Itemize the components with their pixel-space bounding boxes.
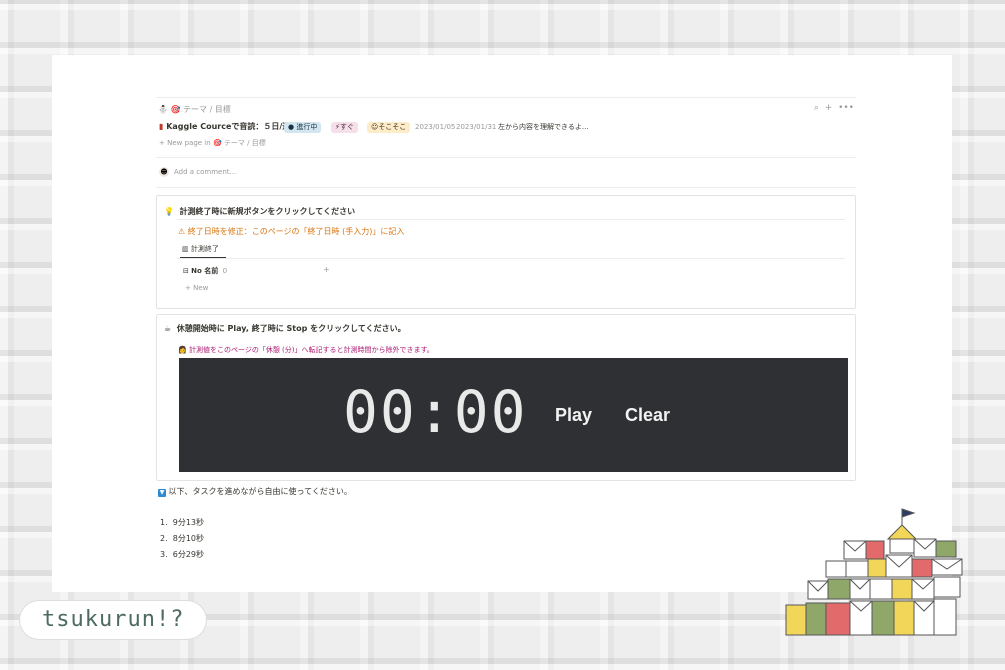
search-icon[interactable]: ⌕ — [814, 103, 819, 113]
list-item[interactable]: 2. 8分10秒 — [160, 533, 204, 544]
row-note[interactable]: 左から内容を理解できるよ... — [498, 122, 589, 132]
person-icon: 👩 — [178, 346, 187, 354]
divider — [156, 157, 856, 158]
coffee-icon: ☕ — [164, 324, 172, 333]
divider — [156, 187, 856, 188]
warning-text: ⚠ 終了日時を修正：このページの「終了日時 (手入力)」に記入 — [178, 227, 405, 236]
workspace-icon: ⛄ — [158, 105, 168, 114]
plus-icon: + — [185, 284, 191, 292]
comment-input[interactable]: Add a comment... — [174, 168, 236, 176]
target-icon: 🎯 — [212, 139, 222, 147]
divider — [177, 258, 845, 259]
plus-icon[interactable]: + — [825, 103, 833, 113]
divider — [156, 97, 856, 98]
divider — [177, 219, 845, 220]
brand-logo: tsukurun!? — [20, 601, 206, 639]
table-icon: ▥ — [182, 245, 189, 253]
new-page-link[interactable]: + New page in 🎯 テーマ / 目標 — [159, 138, 266, 148]
row-title[interactable]: ▮ Kaggle Courceで音読：５日/週 — [159, 121, 290, 132]
group-header[interactable]: ⊟ No 名前 0 — [183, 266, 227, 276]
timer-display: 00:00 — [343, 378, 528, 446]
down-arrow-icon: ▼ — [158, 489, 166, 497]
breadcrumb[interactable]: ⛄ 🎯 テーマ / 目標 — [158, 104, 231, 115]
callout-title: ☕ 休憩開始時に Play, 終了時に Stop をクリックしてください。 — [164, 324, 406, 333]
add-group-button[interactable]: + — [323, 265, 330, 274]
clear-button[interactable]: Clear — [625, 405, 670, 426]
play-button[interactable]: Play — [555, 405, 592, 426]
end-date[interactable]: 2023/01/31 — [456, 123, 496, 131]
callout-title: 💡 計測終了時に新規ボタンをクリックしてください — [164, 207, 356, 216]
book-icon: ▮ — [159, 122, 164, 131]
list-item[interactable]: 1. 9分13秒 — [160, 517, 204, 528]
status-badge[interactable]: ● 進行中 — [284, 122, 322, 133]
topbar-actions: ⌕ + ••• — [814, 103, 854, 113]
list-item[interactable]: 3. 6分29秒 — [160, 549, 204, 560]
target-icon: 🎯 — [170, 105, 181, 114]
note-line: ▼ 以下、タスクを進めながら自由に使ってください。 — [158, 487, 352, 497]
new-row-button[interactable]: + New — [185, 284, 208, 292]
inbox-icon: ⊟ — [183, 267, 189, 275]
lightbulb-icon: 💡 — [164, 207, 174, 216]
timer-embed: 00:00 Play Clear — [179, 358, 848, 472]
status-dot-icon: ● — [288, 123, 295, 131]
effort-badge[interactable]: ☺そこそこ — [367, 122, 411, 133]
avatar: ☻ — [159, 167, 169, 177]
info-text: 👩 計測値をこのページの「休憩 (分)」へ転記すると計測時間から除外できます。 — [178, 346, 434, 354]
plus-icon: + — [159, 139, 165, 147]
tab-measure-end[interactable]: ▥ 計測終了 — [182, 244, 219, 254]
start-date[interactable]: 2023/01/05 — [415, 123, 455, 131]
priority-badge[interactable]: ⚡すぐ — [331, 122, 358, 133]
logo-text: tsukurun!? — [42, 607, 185, 632]
more-icon[interactable]: ••• — [838, 103, 854, 113]
castle-illustration-icon — [785, 508, 963, 636]
